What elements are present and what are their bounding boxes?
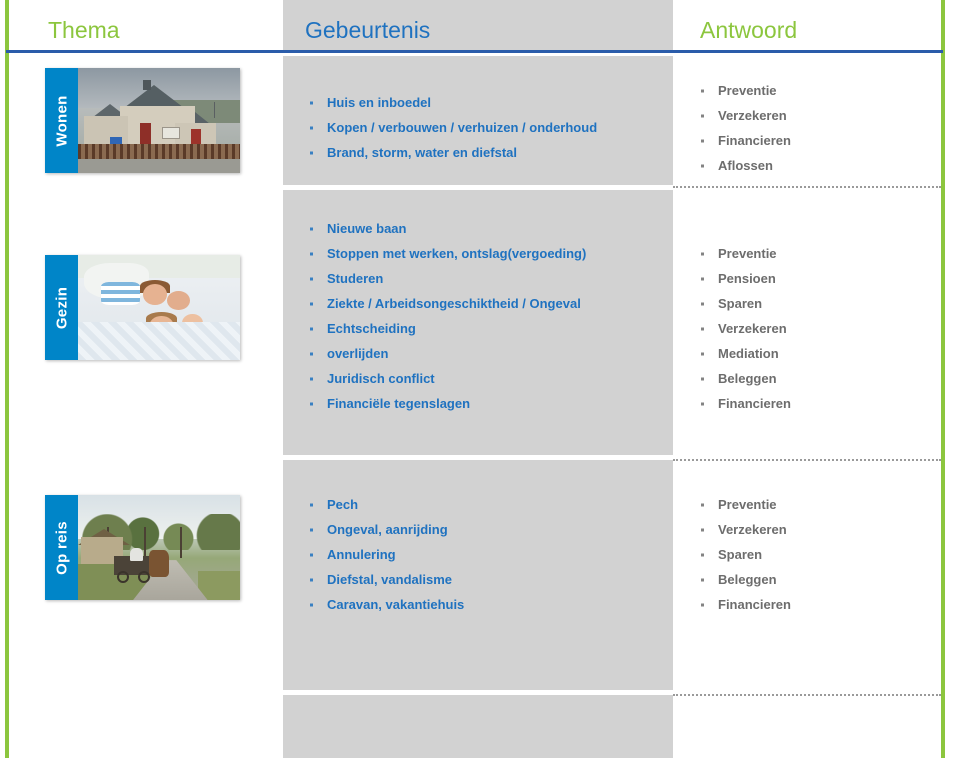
list-item: Beleggen: [694, 366, 791, 391]
family-photo: [78, 255, 240, 360]
event-list-op-reis: Pech Ongeval, aanrijding Annulering Dief…: [303, 492, 464, 617]
list-item: Brand, storm, water en diefstal: [303, 140, 597, 165]
theme-cell-wonen: Wonen: [45, 68, 240, 173]
list-item: Aflossen: [694, 153, 791, 178]
content-row-op-reis: Op reis Pech Ongeval, aanrijding Annuler…: [0, 460, 960, 690]
theme-cell-op-reis: Op reis: [45, 495, 240, 600]
list-item: Stoppen met werken, ontslag(vergoeding): [303, 241, 586, 266]
theme-tab-wonen: Wonen: [45, 68, 78, 173]
list-item: Echtscheiding: [303, 316, 586, 341]
list-item: Preventie: [694, 492, 791, 517]
theme-label-op-reis: Op reis: [53, 520, 70, 575]
list-item: Huis en inboedel: [303, 90, 597, 115]
row-divider-3: [673, 694, 941, 696]
list-item: Annulering: [303, 542, 464, 567]
answer-list-gezin: Preventie Pensioen Sparen Verzekeren Med…: [694, 241, 791, 416]
column-header-antwoord: Antwoord: [700, 17, 798, 43]
list-item: Studeren: [303, 266, 586, 291]
column-header-gebeurtenis: Gebeurtenis: [305, 17, 431, 43]
list-item: Preventie: [694, 78, 791, 103]
content-row-wonen: Wonen Huis en inboedel Kopen / verbouwen…: [0, 56, 960, 185]
list-item: Financiële tegenslagen: [303, 391, 586, 416]
list-item: Verzekeren: [694, 103, 791, 128]
content-row-gezin: Gezin Nieuwe baan Stoppen met werken, on…: [0, 190, 960, 455]
list-item: Pensioen: [694, 266, 791, 291]
row-divider-1: [673, 186, 941, 188]
list-item: Financieren: [694, 128, 791, 153]
list-item: Verzekeren: [694, 517, 791, 542]
answer-list-wonen: Preventie Verzekeren Financieren Aflosse…: [694, 78, 791, 178]
answer-list-op-reis: Preventie Verzekeren Sparen Beleggen Fin…: [694, 492, 791, 617]
list-item: Verzekeren: [694, 316, 791, 341]
event-list-gezin: Nieuwe baan Stoppen met werken, ontslag(…: [303, 216, 586, 416]
list-item: Juridisch conflict: [303, 366, 586, 391]
gray-band-row-4: [283, 695, 673, 758]
theme-tab-gezin: Gezin: [45, 255, 78, 360]
list-item: Diefstal, vandalisme: [303, 567, 464, 592]
theme-cell-gezin: Gezin: [45, 255, 240, 360]
list-item: Financieren: [694, 391, 791, 416]
list-item: Ongeval, aanrijding: [303, 517, 464, 542]
list-item: Sparen: [694, 542, 791, 567]
list-item: overlijden: [303, 341, 586, 366]
houses-photo: [78, 68, 240, 173]
list-item: Kopen / verbouwen / verhuizen / onderhou…: [303, 115, 597, 140]
list-item: Pech: [303, 492, 464, 517]
list-item: Ziekte / Arbeidsongeschiktheid / Ongeval: [303, 291, 586, 316]
list-item: Beleggen: [694, 567, 791, 592]
event-list-wonen: Huis en inboedel Kopen / verbouwen / ver…: [303, 90, 597, 165]
country-road-photo: [78, 495, 240, 600]
list-item: Caravan, vakantiehuis: [303, 592, 464, 617]
slide-canvas: Thema Gebeurtenis Antwoord Wonen Huis en…: [0, 0, 960, 758]
header-underline: [6, 50, 943, 53]
table-header: Thema Gebeurtenis Antwoord: [0, 0, 960, 53]
list-item: Mediation: [694, 341, 791, 366]
theme-label-gezin: Gezin: [53, 286, 70, 329]
list-item: Financieren: [694, 592, 791, 617]
list-item: Nieuwe baan: [303, 216, 586, 241]
theme-label-wonen: Wonen: [53, 94, 70, 147]
list-item: Preventie: [694, 241, 791, 266]
column-header-thema: Thema: [48, 17, 120, 43]
list-item: Sparen: [694, 291, 791, 316]
theme-tab-op-reis: Op reis: [45, 495, 78, 600]
